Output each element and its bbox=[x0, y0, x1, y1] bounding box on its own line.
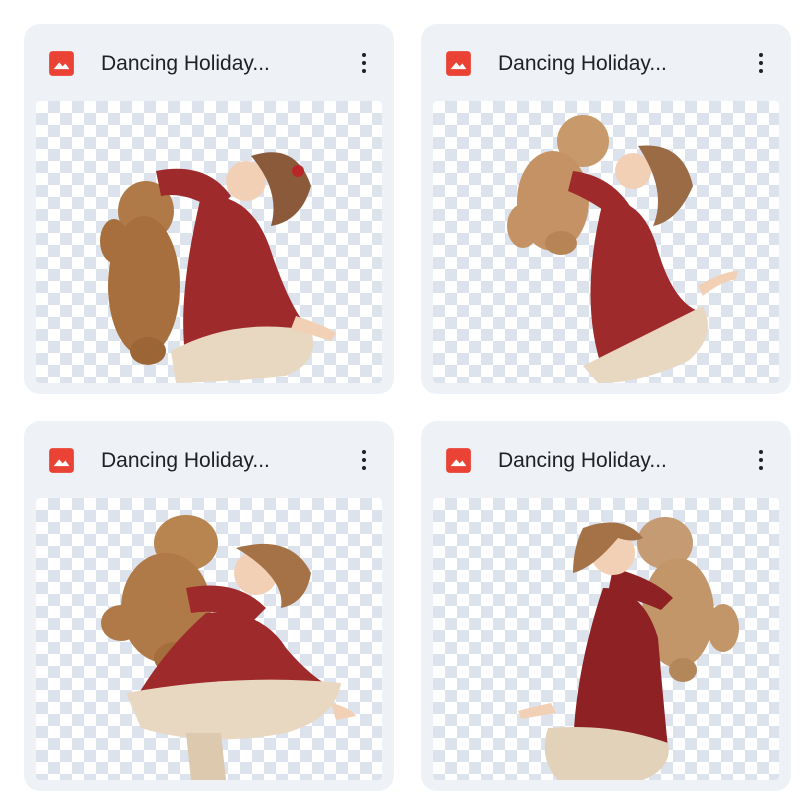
image-thumbnail[interactable] bbox=[36, 498, 382, 780]
girl-with-teddy-bear-image bbox=[518, 517, 739, 780]
image-thumbnail[interactable] bbox=[433, 498, 779, 780]
girl-with-teddy-bear-image bbox=[101, 515, 356, 780]
image-file-icon bbox=[49, 448, 74, 473]
image-file-icon bbox=[446, 448, 471, 473]
more-options-icon[interactable] bbox=[747, 443, 775, 477]
file-name[interactable]: Dancing Holiday... bbox=[498, 50, 667, 77]
girl-with-teddy-bear-image bbox=[507, 115, 738, 383]
image-file-icon bbox=[446, 51, 471, 76]
image-thumbnail[interactable] bbox=[433, 101, 779, 383]
file-card[interactable]: Dancing Holiday... bbox=[24, 421, 394, 791]
more-options-icon[interactable] bbox=[350, 443, 378, 477]
more-options-icon[interactable] bbox=[350, 46, 378, 80]
more-options-icon[interactable] bbox=[747, 46, 775, 80]
file-card[interactable]: Dancing Holiday... bbox=[421, 421, 791, 791]
file-name[interactable]: Dancing Holiday... bbox=[498, 447, 667, 474]
image-thumbnail[interactable] bbox=[36, 101, 382, 383]
file-name[interactable]: Dancing Holiday... bbox=[101, 447, 270, 474]
file-name[interactable]: Dancing Holiday... bbox=[101, 50, 270, 77]
file-card[interactable]: Dancing Holiday... bbox=[421, 24, 791, 394]
girl-with-teddy-bear-image bbox=[100, 152, 336, 383]
file-card[interactable]: Dancing Holiday... bbox=[24, 24, 394, 394]
image-file-icon bbox=[49, 51, 74, 76]
